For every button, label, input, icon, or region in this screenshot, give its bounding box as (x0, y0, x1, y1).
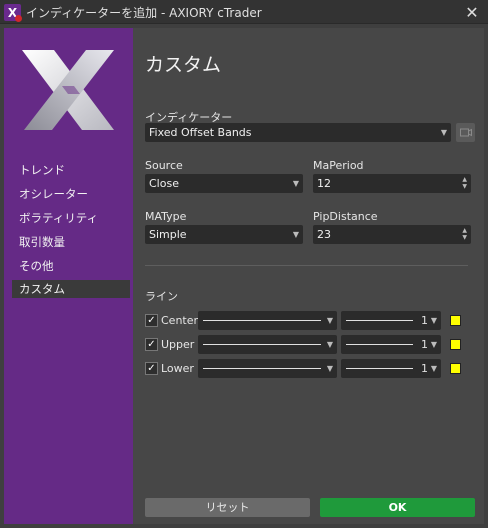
upper-line-style-select[interactable]: ▼ (198, 335, 337, 354)
indicator-select-value: Fixed Offset Bands (149, 126, 252, 139)
main-panel: カスタム インディケーター Fixed Offset Bands ▼ Sourc… (133, 28, 484, 524)
maperiod-label: MaPeriod (313, 159, 364, 172)
upper-label: Upper (161, 338, 195, 351)
chevron-down-icon: ▼ (430, 340, 437, 349)
window-title: インディケーターを追加 - AXIORY cTrader (26, 6, 262, 20)
app-logo-icon: X (4, 4, 22, 22)
maperiod-stepper[interactable]: 12 ▲ ▼ (313, 174, 471, 193)
source-select-value: Close (149, 177, 179, 190)
center-line-style-select[interactable]: ▼ (198, 311, 337, 330)
sidebar-item-volatility[interactable]: ボラティリティ (12, 209, 130, 227)
center-label: Center (161, 314, 199, 327)
ok-button[interactable]: OK (320, 498, 475, 517)
matype-select[interactable]: Simple ▼ (145, 225, 303, 244)
sidebar: トレンド オシレーター ボラティリティ 取引数量 その他 カスタム (4, 28, 133, 524)
chevron-down-icon: ▼ (292, 230, 299, 239)
camera-icon[interactable] (456, 123, 475, 142)
upper-color-swatch[interactable] (450, 339, 461, 350)
sidebar-item-volume[interactable]: 取引数量 (12, 233, 130, 251)
page-title: カスタム (145, 54, 222, 76)
title-bar: X インディケーターを追加 - AXIORY cTrader ✕ (0, 0, 488, 24)
source-label: Source (145, 159, 183, 172)
pipdistance-value: 23 (317, 228, 331, 241)
close-icon[interactable]: ✕ (462, 2, 482, 22)
divider (145, 265, 468, 266)
stepper-arrows-icon[interactable]: ▲ ▼ (462, 227, 467, 241)
chevron-down-icon: ▼ (292, 179, 299, 188)
pipdistance-label: PipDistance (313, 210, 378, 223)
matype-label: MAType (145, 210, 187, 223)
lower-width-value: 1 (421, 362, 428, 375)
maperiod-value: 12 (317, 177, 331, 190)
center-width-value: 1 (421, 314, 428, 327)
center-color-swatch[interactable] (450, 315, 461, 326)
chevron-down-icon: ▼ (326, 364, 333, 373)
source-select[interactable]: Close ▼ (145, 174, 303, 193)
lower-line-width-select[interactable]: 1 ▼ (341, 359, 441, 378)
lower-color-swatch[interactable] (450, 363, 461, 374)
chevron-down-icon: ▼ (430, 316, 437, 325)
sidebar-item-custom[interactable]: カスタム (12, 280, 130, 298)
chevron-down-icon: ▼ (440, 128, 447, 137)
chevron-down-icon: ▼ (326, 340, 333, 349)
line-row-upper: ✓ Upper ▼ 1 ▼ (145, 335, 475, 354)
line-row-lower: ✓ Lower ▼ 1 ▼ (145, 359, 475, 378)
upper-line-width-select[interactable]: 1 ▼ (341, 335, 441, 354)
lower-label: Lower (161, 362, 194, 375)
reset-button[interactable]: リセット (145, 498, 310, 517)
sidebar-item-oscillator[interactable]: オシレーター (12, 185, 130, 203)
axiory-logo-icon (22, 50, 114, 130)
upper-width-value: 1 (421, 338, 428, 351)
indicator-select[interactable]: Fixed Offset Bands ▼ (145, 123, 451, 142)
upper-checkbox[interactable]: ✓ (145, 338, 158, 351)
lower-line-style-select[interactable]: ▼ (198, 359, 337, 378)
stepper-arrows-icon[interactable]: ▲ ▼ (462, 176, 467, 190)
sidebar-item-trend[interactable]: トレンド (12, 161, 130, 179)
chevron-down-icon: ▼ (430, 364, 437, 373)
sidebar-item-other[interactable]: その他 (12, 257, 130, 275)
center-line-width-select[interactable]: 1 ▼ (341, 311, 441, 330)
matype-select-value: Simple (149, 228, 187, 241)
lower-checkbox[interactable]: ✓ (145, 362, 158, 375)
lines-section-label: ライン (145, 290, 178, 303)
line-row-center: ✓ Center ▼ 1 ▼ (145, 311, 475, 330)
pipdistance-stepper[interactable]: 23 ▲ ▼ (313, 225, 471, 244)
chevron-down-icon: ▼ (326, 316, 333, 325)
center-checkbox[interactable]: ✓ (145, 314, 158, 327)
